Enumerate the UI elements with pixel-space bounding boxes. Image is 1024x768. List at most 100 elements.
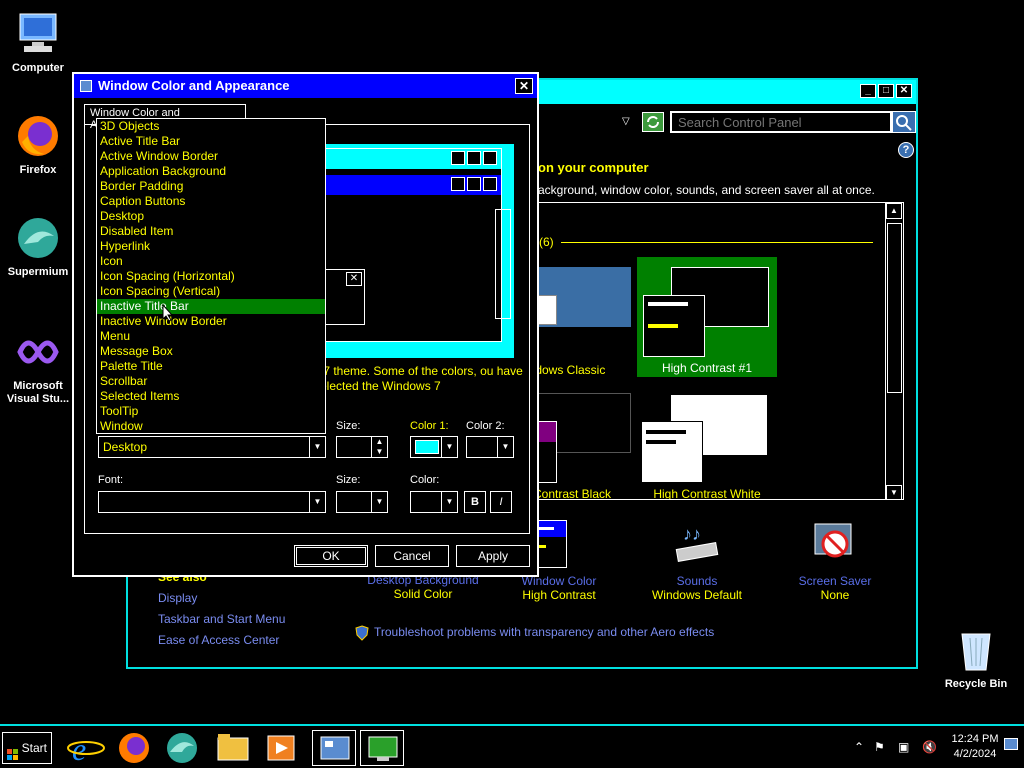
action-center-flag-icon[interactable]: ⚑ [874,740,885,754]
bold-button[interactable]: B [464,491,486,513]
list-item[interactable]: Active Title Bar [97,134,325,149]
network-icon[interactable]: ▣ [898,740,909,754]
taskbar-supermium[interactable] [160,730,204,766]
taskbar-media-player[interactable] [258,730,302,766]
list-item[interactable]: Icon [97,254,325,269]
taskbar-firefox[interactable] [112,730,156,766]
desktop-icon-recycle-bin[interactable]: Recycle Bin [940,626,1012,691]
list-item[interactable]: 3D Objects [97,119,325,134]
font-combobox[interactable]: ▼ [98,491,326,513]
color2-label: Color 2: [466,420,505,432]
size-spinner[interactable]: ▲ ▼ [336,436,388,458]
chevron-down-icon[interactable]: ▼ [309,492,325,512]
scroll-down-arrow[interactable]: ▼ [886,485,902,499]
list-item[interactable]: Window [97,419,325,433]
theme-list: (6) ndows Classic High Contrast #1 h Con… [536,202,904,500]
refresh-button[interactable] [642,112,664,132]
list-item[interactable]: Inactive Window Border [97,314,325,329]
chevron-down-icon[interactable]: ▼ [309,437,325,457]
bottom-item-value: Solid Color [393,587,453,601]
taskbar: Start e ⌃ ⚑ ▣ 🔇 12:24 PM 4/2/2024 [0,724,1024,768]
show-desktop-button[interactable] [1004,738,1018,750]
list-item[interactable]: Scrollbar [97,374,325,389]
preview-inactive-titlebar[interactable] [325,149,501,169]
address-dropdown-icon[interactable]: ▽ [622,112,636,132]
list-item[interactable]: Message Box [97,344,325,359]
see-also-ease-of-access[interactable]: Ease of Access Center [158,633,279,647]
ok-button[interactable]: OK [294,545,368,567]
list-item[interactable]: Caption Buttons [97,194,325,209]
list-item[interactable]: Application Background [97,164,325,179]
list-item[interactable]: ToolTip [97,404,325,419]
chevron-down-icon[interactable]: ▼ [441,437,457,457]
theme-label: High Contrast White [653,487,761,500]
troubleshoot-link[interactable]: Troubleshoot problems with transparency … [374,625,714,639]
list-item[interactable]: Border Padding [97,179,325,194]
shield-icon [354,625,370,641]
list-item[interactable]: Active Window Border [97,149,325,164]
theme-list-scrollbar[interactable]: ▲ ▼ [885,203,903,499]
preview-active-titlebar[interactable] [325,175,501,195]
spinner-arrows-icon[interactable]: ▲ ▼ [371,437,387,457]
screen-saver-link[interactable]: Screen Saver None [770,520,900,602]
taskbar-control-panel[interactable] [312,730,356,766]
taskbar-internet-explorer[interactable]: e [64,730,108,767]
close-button[interactable]: ✕ [896,84,912,98]
list-item[interactable]: Selected Items [97,389,325,404]
sounds-link[interactable]: ♪♪ Sounds Windows Default [632,520,762,602]
chevron-down-icon[interactable]: ▼ [371,492,387,512]
list-item[interactable]: Inactive Title Bar [97,299,325,314]
close-icon[interactable]: ✕ [515,78,533,94]
apply-button[interactable]: Apply [456,545,530,567]
theme-label: High Contrast #1 [661,361,753,375]
dialog-titlebar[interactable]: Window Color and Appearance ✕ [74,74,537,98]
search-input[interactable] [670,111,892,133]
help-button[interactable]: ? [898,142,914,158]
desktop-icon-label: Recycle Bin [944,678,1008,690]
size-label: Size: [336,420,361,432]
show-hidden-icons-chevron-icon[interactable]: ⌃ [854,740,864,754]
start-label: Start [21,741,47,755]
list-item[interactable]: Hyperlink [97,239,325,254]
taskbar-file-explorer[interactable] [210,730,254,766]
scroll-thumb[interactable] [887,223,902,393]
search-button[interactable] [892,111,916,133]
desktop-icon-computer[interactable]: Computer [2,10,74,75]
item-dropdown-list[interactable]: 3D Objects Active Title Bar Active Window … [96,118,326,434]
desktop-icon-supermium[interactable]: Supermium [2,214,74,279]
desktop-background-link[interactable]: Desktop Background Solid Color [358,573,488,601]
desktop-icon-firefox[interactable]: Firefox [2,112,74,177]
preview-pane[interactable]: ✕ [314,144,514,358]
cancel-button[interactable]: Cancel [375,545,449,567]
color2-picker[interactable]: ▼ [466,436,514,458]
maximize-button[interactable]: □ [878,84,894,98]
desktop-icon-visual-studio[interactable]: Microsoft Visual Stu... [2,328,74,406]
chevron-down-icon[interactable]: ▼ [497,437,513,457]
italic-button[interactable]: I [490,491,512,513]
list-item[interactable]: Menu [97,329,325,344]
minimize-button[interactable]: _ [860,84,876,98]
svg-text:♪♪: ♪♪ [683,524,701,544]
see-also-display[interactable]: Display [158,591,197,605]
font-size-combobox[interactable]: ▼ [336,491,388,513]
theme-high-contrast-white[interactable]: High Contrast White [637,383,777,500]
chevron-down-icon[interactable]: ▼ [441,492,457,512]
see-also-taskbar[interactable]: Taskbar and Start Menu [158,612,285,626]
taskbar-clock[interactable]: 12:24 PM 4/2/2024 [940,732,1010,762]
item-combobox[interactable]: Desktop ▼ [98,436,326,458]
scroll-up-arrow[interactable]: ▲ [886,203,902,219]
list-item[interactable]: Icon Spacing (Horizontal) [97,269,325,284]
color1-picker[interactable]: ▼ [410,436,458,458]
theme-high-contrast-1[interactable]: High Contrast #1 [637,257,777,377]
mouse-cursor-icon [162,303,174,322]
theme-windows-classic[interactable]: ndows Classic [537,259,637,379]
list-item[interactable]: Icon Spacing (Vertical) [97,284,325,299]
list-item[interactable]: Desktop [97,209,325,224]
font-color-picker[interactable]: ▼ [410,491,458,513]
theme-high-contrast-black[interactable]: h Contrast Black [537,383,637,499]
volume-muted-icon[interactable]: 🔇 [922,740,937,754]
list-item[interactable]: Palette Title [97,359,325,374]
list-item[interactable]: Disabled Item [97,224,325,239]
taskbar-personalization[interactable] [360,730,404,766]
start-button[interactable]: Start [2,732,52,764]
